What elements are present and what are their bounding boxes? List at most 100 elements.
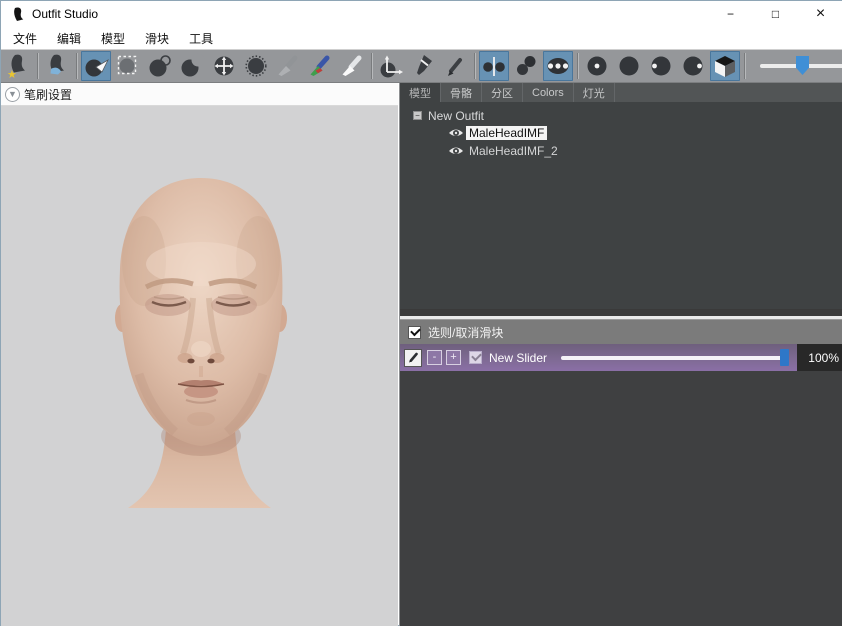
cube-view-toggle-button[interactable]: [710, 51, 740, 81]
brush-size-slider[interactable]: [760, 56, 842, 76]
visibility-eye-icon[interactable]: [448, 145, 464, 157]
pencil-tool-button[interactable]: [440, 51, 470, 81]
menu-tools[interactable]: 工具: [179, 27, 223, 50]
falloff-solid-button[interactable]: [614, 51, 644, 81]
color-paint-brush-button[interactable]: [305, 51, 335, 81]
tab-partitions[interactable]: 分区: [482, 83, 523, 102]
window-title: Outfit Studio: [32, 7, 98, 21]
tab-meshes-label: 模型: [409, 85, 431, 101]
tab-meshes[interactable]: 模型: [400, 83, 441, 102]
connected-only-toggle-icon: [513, 53, 539, 79]
brush-size-slider-handle[interactable]: [796, 56, 809, 75]
new-slider-handle[interactable]: [780, 349, 789, 366]
pencil-tool-icon: [442, 53, 468, 79]
new-slider-control[interactable]: [557, 344, 793, 371]
titlebar: Outfit Studio − □ ×: [1, 1, 842, 27]
maximize-button[interactable]: □: [753, 1, 798, 27]
window-controls: − □ ×: [708, 1, 842, 27]
close-button[interactable]: ×: [798, 1, 842, 27]
brush-settings-header[interactable]: ▼ 笔刷设置: [1, 83, 398, 106]
deflate-brush-button[interactable]: [177, 51, 207, 81]
select-sliders-label: 选则/取消滑块: [428, 324, 503, 341]
alpha-paint-brush-button[interactable]: [337, 51, 367, 81]
falloff-right-icon: [680, 53, 706, 79]
smooth-brush-icon: [243, 53, 269, 79]
tab-colors[interactable]: Colors: [523, 83, 574, 102]
toolbar-separator: [371, 53, 372, 79]
mirror-toggle-icon: [481, 53, 507, 79]
color-paint-brush-icon: [307, 53, 333, 79]
falloff-center-icon: [584, 53, 610, 79]
new-slider-track[interactable]: [561, 356, 787, 360]
cube-view-icon: [712, 53, 738, 79]
tab-lights[interactable]: 灯光: [574, 83, 615, 102]
brush-settings-label: 笔刷设置: [24, 86, 72, 103]
tab-bones-label: 骨骼: [450, 85, 472, 101]
mask-brush-icon: [115, 53, 141, 79]
tree-root-new-outfit[interactable]: − New Outfit: [400, 107, 842, 124]
right-panel: 模型 骨骼 分区 Colors 灯光 − New Outfit MaleHead…: [399, 83, 842, 626]
minimize-button[interactable]: −: [708, 1, 753, 27]
load-project-button[interactable]: ★: [3, 51, 33, 81]
tree-root-label[interactable]: New Outfit: [428, 109, 484, 123]
select-sliders-checkbox[interactable]: [408, 326, 421, 339]
smooth-brush-button[interactable]: [241, 51, 271, 81]
menu-slider[interactable]: 滑块: [135, 27, 179, 50]
tab-bones[interactable]: 骨骼: [441, 83, 482, 102]
move-brush-icon: [211, 53, 237, 79]
falloff-right-button[interactable]: [678, 51, 708, 81]
slider-checkbox[interactable]: [469, 351, 482, 364]
new-slider-row: - + New Slider 100%: [400, 344, 842, 371]
inflate-brush-button[interactable]: [145, 51, 175, 81]
tab-colors-label: Colors: [532, 87, 564, 99]
connected-only-toggle-button[interactable]: [511, 51, 541, 81]
load-reference-icon: [44, 53, 70, 79]
toolbar-separator: [744, 53, 745, 79]
weight-paint-brush-icon: [275, 53, 301, 79]
falloff-center-button[interactable]: [582, 51, 612, 81]
maximize-icon: □: [772, 7, 779, 21]
slider-value: 100%: [797, 344, 842, 371]
chevron-down-icon[interactable]: ▼: [5, 87, 20, 102]
collision-toggle-icon: [545, 53, 571, 79]
viewport-3d[interactable]: [1, 106, 398, 626]
mirror-toggle-button[interactable]: [479, 51, 509, 81]
pencil-icon: [407, 352, 419, 364]
transform-tool-button[interactable]: [376, 51, 406, 81]
outfit-studio-window: Outfit Studio − □ × 文件 编辑 模型 滑块 工具 ★: [0, 0, 842, 626]
menu-file[interactable]: 文件: [3, 27, 47, 50]
toolbar-separator: [577, 53, 578, 79]
tree-item-label[interactable]: MaleHeadIMF_2: [466, 144, 561, 158]
menu-edit[interactable]: 编辑: [47, 27, 91, 50]
head-model: [1, 106, 398, 626]
collapse-icon[interactable]: −: [413, 111, 422, 120]
svg-text:★: ★: [7, 69, 17, 79]
toolbar-separator: [37, 53, 38, 79]
select-brush-button[interactable]: [81, 51, 111, 81]
slider-plus-button[interactable]: +: [446, 350, 461, 365]
pin-tool-button[interactable]: [408, 51, 438, 81]
slider-toggle-row: 选则/取消滑块: [400, 319, 842, 344]
falloff-left-icon: [648, 53, 674, 79]
visibility-eye-icon[interactable]: [448, 127, 464, 139]
panel-tabs: 模型 骨骼 分区 Colors 灯光: [400, 83, 842, 102]
tab-lights-label: 灯光: [583, 85, 605, 101]
toolbar-separator: [76, 53, 77, 79]
panel-splitter[interactable]: [400, 309, 842, 319]
tree-item-maleheadimf-2[interactable]: MaleHeadIMF_2: [400, 142, 842, 160]
inflate-brush-icon: [147, 53, 173, 79]
mask-brush-button[interactable]: [113, 51, 143, 81]
slider-minus-button[interactable]: -: [427, 350, 442, 365]
load-reference-button[interactable]: [42, 51, 72, 81]
weight-paint-brush-button[interactable]: [273, 51, 303, 81]
tree-item-maleheadimf[interactable]: MaleHeadIMF: [400, 124, 842, 142]
move-brush-button[interactable]: [209, 51, 239, 81]
tree-item-label[interactable]: MaleHeadIMF: [466, 126, 547, 140]
menu-model[interactable]: 模型: [91, 27, 135, 50]
menubar: 文件 编辑 模型 滑块 工具: [1, 27, 842, 49]
falloff-left-button[interactable]: [646, 51, 676, 81]
collision-toggle-button[interactable]: [543, 51, 573, 81]
slider-edit-button[interactable]: [404, 349, 422, 367]
select-brush-icon: [83, 53, 109, 79]
app-logo-icon: [11, 7, 25, 22]
